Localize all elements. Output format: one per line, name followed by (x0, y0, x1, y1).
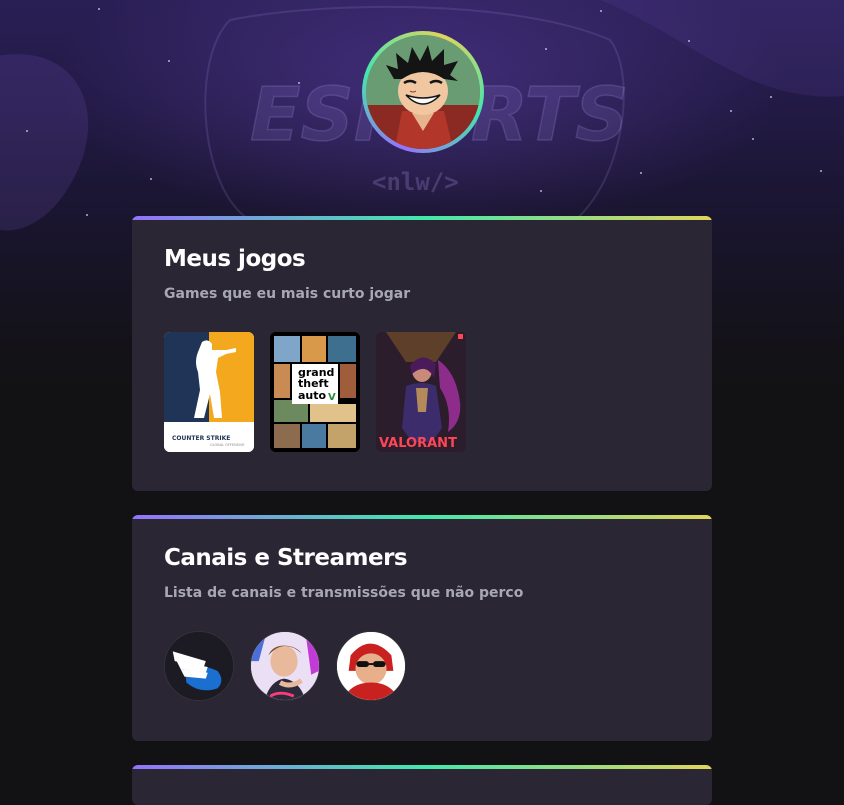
games-list: COUNTER STRIKE GLOBAL OFFENSIVE grand th… (164, 332, 466, 452)
third-card (132, 765, 712, 805)
channels-list (164, 631, 406, 701)
game-gta-v[interactable]: grand theft auto V (270, 332, 360, 452)
game-counter-strike[interactable]: COUNTER STRIKE GLOBAL OFFENSIVE (164, 332, 254, 452)
profile-avatar-ring (362, 31, 484, 153)
channels-subtitle: Lista de canais e transmissões que não p… (164, 585, 524, 601)
svg-text:COUNTER STRIKE: COUNTER STRIKE (172, 435, 230, 442)
my-games-subtitle: Games que eu mais curto jogar (164, 286, 411, 302)
channel-winged-avatar[interactable] (164, 631, 234, 701)
bg-logo-subtext: <nlw/> (372, 168, 459, 196)
game-valorant[interactable]: VALORANT (376, 332, 466, 452)
my-games-card: Meus jogos Games que eu mais curto jogar… (132, 216, 712, 491)
winged-logo-icon (165, 632, 233, 700)
svg-text:V: V (328, 392, 336, 403)
valorant-icon: VALORANT (376, 332, 466, 452)
streamer-3-avatar-icon (337, 632, 405, 700)
svg-text:auto: auto (298, 389, 327, 402)
my-games-title: Meus jogos (164, 246, 306, 272)
luffy-avatar-icon (366, 35, 480, 149)
channels-card: Canais e Streamers Lista de canais e tra… (132, 515, 712, 741)
gta-v-icon: grand theft auto V (270, 332, 360, 452)
channel-streamer-2[interactable] (250, 631, 320, 701)
counter-strike-icon: COUNTER STRIKE GLOBAL OFFENSIVE (164, 332, 254, 452)
channels-title: Canais e Streamers (164, 545, 408, 571)
channel-streamer-3[interactable] (336, 631, 406, 701)
svg-text:VALORANT: VALORANT (379, 436, 457, 451)
svg-text:GLOBAL OFFENSIVE: GLOBAL OFFENSIVE (210, 443, 245, 447)
streamer-2-avatar-icon (251, 632, 319, 700)
